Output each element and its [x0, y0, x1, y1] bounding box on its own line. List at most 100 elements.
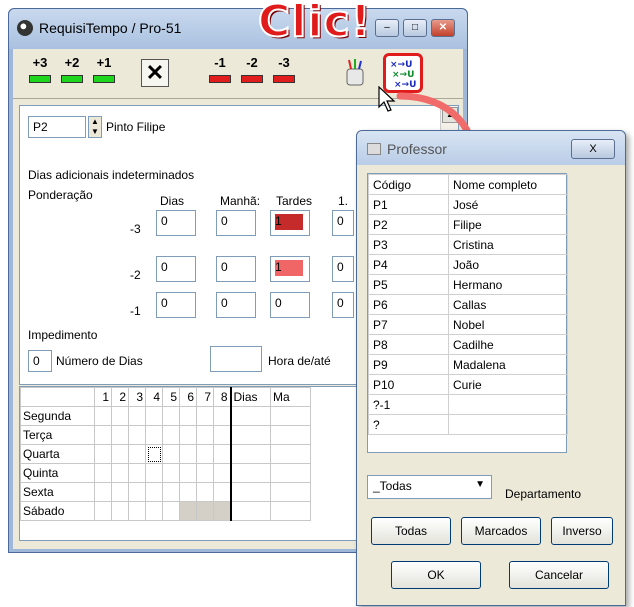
minus3-button[interactable]: -3 — [269, 55, 299, 95]
manha-minus2[interactable]: 0 — [216, 256, 256, 282]
prof-code: P7 — [368, 314, 449, 335]
dialog-title: Professor — [387, 141, 447, 157]
prof-code: P5 — [368, 274, 449, 295]
table-row[interactable]: P9 Madalena — [368, 354, 568, 375]
prof-name: Cristina — [448, 234, 568, 255]
prof-name: Callas — [448, 294, 568, 315]
day-label: Quarta — [20, 444, 95, 464]
col-header: Ma — [270, 387, 311, 407]
hora-field[interactable] — [210, 346, 262, 372]
n-minus2[interactable]: 0 — [332, 256, 354, 282]
col-header: 1 — [94, 387, 112, 407]
n-minus3[interactable]: 0 — [332, 210, 354, 236]
numero-dias-label: Número de Dias — [56, 354, 143, 368]
minus3-bar — [273, 75, 295, 83]
teacher-spinner[interactable]: ▲ ▼ — [88, 116, 102, 138]
maximize-button[interactable]: □ — [403, 19, 427, 37]
minus3-label: -3 — [278, 55, 290, 70]
row-label-minus3: -3 — [130, 222, 141, 236]
manha-minus3[interactable]: 0 — [216, 210, 256, 236]
plus2-button[interactable]: +2 — [57, 55, 87, 95]
table-row[interactable]: P7 Nobel — [368, 314, 568, 335]
table-row: Sábado — [20, 501, 311, 521]
title-bar[interactable]: RequisiTempo / Pro-51 – □ ✕ — [9, 9, 467, 49]
prof-code: P10 — [368, 374, 449, 395]
pencil-cup-icon[interactable] — [343, 59, 367, 87]
chevron-down-icon: ▼ — [475, 479, 485, 490]
table-row[interactable]: P2 Filipe — [368, 214, 568, 235]
dias-minus3[interactable]: 0 — [156, 210, 196, 236]
close-button[interactable]: ✕ — [431, 19, 455, 37]
prof-code: ? — [368, 414, 449, 435]
table-row[interactable]: P1 José — [368, 194, 568, 215]
dias-minus1[interactable]: 0 — [156, 292, 196, 318]
col-name-header[interactable]: Nome completo — [448, 174, 568, 195]
dias-minus2[interactable]: 0 — [156, 256, 196, 282]
impedimento-label: Impedimento — [28, 328, 98, 342]
todas-button[interactable]: Todas — [371, 517, 451, 545]
col-header: 7 — [196, 387, 214, 407]
col-tardes: Tardes — [276, 194, 313, 208]
inverso-button[interactable]: Inverso — [551, 517, 613, 545]
plus3-button[interactable]: +3 — [25, 55, 55, 95]
plus1-bar — [93, 75, 115, 83]
plus2-bar — [61, 75, 83, 83]
col-header: 2 — [111, 387, 129, 407]
selected-cell[interactable] — [145, 444, 163, 464]
plus1-button[interactable]: +1 — [89, 55, 119, 95]
table-row[interactable]: P4 João — [368, 254, 568, 275]
table-row[interactable]: P3 Cristina — [368, 234, 568, 255]
table-row[interactable]: P6 Callas — [368, 294, 568, 315]
numero-dias-field[interactable]: 0 — [28, 350, 52, 372]
professor-list[interactable]: Código Nome completo P1 José P2 Filipe P3 C… — [367, 173, 568, 453]
schedule-table: 1 2 3 4 5 6 7 8 Dias Ma Segunda Terça Qu… — [20, 387, 311, 521]
clic-callout: Clic! — [257, 0, 372, 48]
col-code-header[interactable]: Código — [368, 174, 449, 195]
day-label: Sexta — [20, 482, 95, 502]
teacher-code-field[interactable]: P2 — [28, 116, 86, 138]
table-row: Terça — [20, 425, 311, 445]
col-header: 6 — [179, 387, 197, 407]
minus1-label: -1 — [214, 55, 226, 70]
prof-code: P2 — [368, 214, 449, 235]
plus3-label: +3 — [32, 55, 48, 70]
ok-button[interactable]: OK — [391, 561, 481, 589]
prof-name — [448, 414, 568, 435]
clear-button[interactable]: ✕ — [141, 59, 169, 87]
table-row[interactable]: P5 Hermano — [368, 274, 568, 295]
tardes-minus3[interactable]: 1 — [270, 210, 310, 236]
dialog-title-bar[interactable]: Professor X — [357, 131, 625, 165]
day-label: Sábado — [20, 501, 95, 521]
corner-cell — [20, 387, 95, 407]
prof-name: Madalena — [448, 354, 568, 375]
manha-minus1[interactable]: 0 — [216, 292, 256, 318]
department-combo[interactable]: _Todas ▼ — [367, 475, 492, 499]
marcados-button[interactable]: Marcados — [461, 517, 541, 545]
tardes-minus2[interactable]: 1 — [270, 256, 310, 282]
prof-name: Filipe — [448, 214, 568, 235]
table-row[interactable]: P10 Curie — [368, 374, 568, 395]
col-header: Dias — [230, 387, 271, 407]
table-row[interactable]: ?-1 — [368, 394, 568, 415]
table-row: Sexta — [20, 482, 311, 502]
table-row[interactable]: ? — [368, 414, 568, 435]
row-label-minus1: -1 — [130, 304, 141, 318]
prof-name: Cadilhe — [448, 334, 568, 355]
prof-code: P3 — [368, 234, 449, 255]
minus1-button[interactable]: -1 — [205, 55, 235, 95]
dialog-close-button[interactable]: X — [571, 139, 615, 159]
row-label-minus2: -2 — [130, 268, 141, 282]
ponderacao-label: Ponderação — [28, 188, 93, 202]
cancelar-button[interactable]: Cancelar — [509, 561, 609, 589]
hora-label: Hora de/até — [268, 354, 331, 368]
n-minus1[interactable]: 0 — [332, 292, 354, 318]
minimize-button[interactable]: – — [375, 19, 399, 37]
minus2-button[interactable]: -2 — [237, 55, 267, 95]
prof-name: José — [448, 194, 568, 215]
table-row[interactable]: P8 Cadilhe — [368, 334, 568, 355]
tardes-minus2-value: 1 — [275, 260, 282, 274]
plus1-label: +1 — [96, 55, 112, 70]
tardes-minus1[interactable]: 0 — [270, 292, 310, 318]
prof-name: João — [448, 254, 568, 275]
col-n: 1. — [338, 194, 349, 208]
